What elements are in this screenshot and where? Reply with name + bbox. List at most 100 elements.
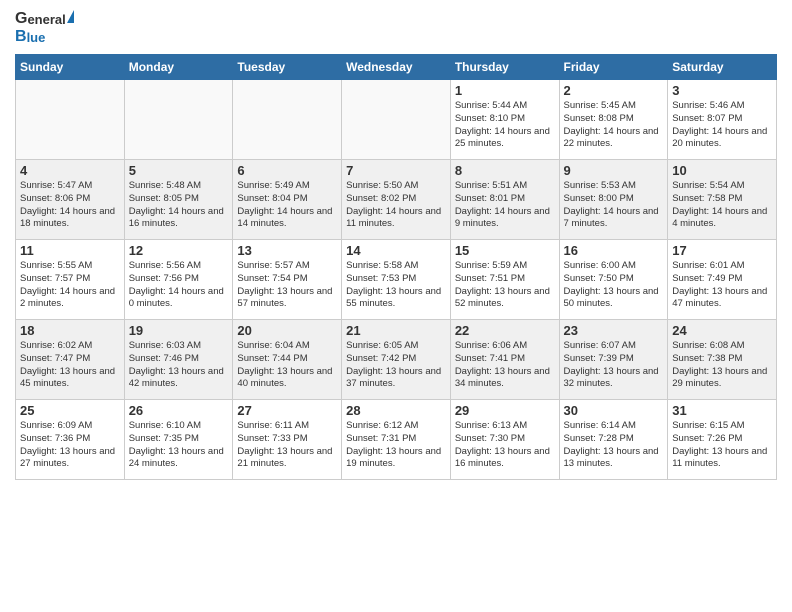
logo-triangle-icon [67, 10, 74, 23]
logo-blue-rest: lue [27, 30, 46, 45]
day-number: 25 [20, 403, 120, 418]
day-number: 15 [455, 243, 555, 258]
calendar-cell: 10 Sunrise: 5:54 AM Sunset: 7:58 PM Dayli… [668, 160, 777, 240]
calendar-cell [124, 80, 233, 160]
day-info: Sunrise: 6:04 AM Sunset: 7:44 PM Dayligh… [237, 340, 337, 391]
week-row-3: 11 Sunrise: 5:55 AM Sunset: 7:57 PM Dayli… [16, 240, 777, 320]
logo-general-g: G [15, 10, 27, 28]
day-info: Sunrise: 5:54 AM Sunset: 7:58 PM Dayligh… [672, 180, 772, 231]
day-info: Sunrise: 5:47 AM Sunset: 8:06 PM Dayligh… [20, 180, 120, 231]
day-info: Sunrise: 5:48 AM Sunset: 8:05 PM Dayligh… [129, 180, 229, 231]
calendar-cell: 28Sunrise: 6:12 AM Sunset: 7:31 PM Dayli… [342, 400, 451, 480]
day-number: 20 [237, 323, 337, 338]
day-number: 4 [20, 163, 120, 178]
day-info: Sunrise: 6:09 AM Sunset: 7:36 PM Dayligh… [20, 420, 120, 471]
calendar-cell: 31 Sunrise: 6:15 AM Sunset: 7:26 PM Dayli… [668, 400, 777, 480]
day-number: 18 [20, 323, 120, 338]
day-number: 12 [129, 243, 229, 258]
logo-general-rest: eneral [27, 12, 65, 27]
day-info: Sunrise: 6:11 AM Sunset: 7:33 PM Dayligh… [237, 420, 337, 471]
calendar-cell: 30 Sunrise: 6:14 AM Sunset: 7:28 PM Dayli… [559, 400, 668, 480]
day-number: 31 [672, 403, 772, 418]
calendar-cell: 12 Sunrise: 5:56 AM Sunset: 7:56 PM Dayli… [124, 240, 233, 320]
day-number: 11 [20, 243, 120, 258]
calendar-cell: 22 Sunrise: 6:06 AM Sunset: 7:41 PM Dayli… [450, 320, 559, 400]
calendar-cell: 7 Sunrise: 5:50 AM Sunset: 8:02 PM Daylig… [342, 160, 451, 240]
day-header-monday: Monday [124, 55, 233, 80]
day-info: Sunrise: 6:14 AM Sunset: 7:28 PM Dayligh… [564, 420, 664, 471]
logo: G eneral B lue [15, 10, 74, 46]
page-header: G eneral B lue [15, 10, 777, 46]
day-number: 8 [455, 163, 555, 178]
week-row-2: 4 Sunrise: 5:47 AM Sunset: 8:06 PM Daylig… [16, 160, 777, 240]
calendar-cell: 14Sunrise: 5:58 AM Sunset: 7:53 PM Dayli… [342, 240, 451, 320]
day-header-sunday: Sunday [16, 55, 125, 80]
calendar-cell: 25 Sunrise: 6:09 AM Sunset: 7:36 PM Dayli… [16, 400, 125, 480]
day-number: 28 [346, 403, 446, 418]
logo-blue-b: B [15, 28, 27, 46]
day-number: 30 [564, 403, 664, 418]
day-header-tuesday: Tuesday [233, 55, 342, 80]
week-row-1: 1Sunrise: 5:44 AM Sunset: 8:10 PM Daylig… [16, 80, 777, 160]
day-info: Sunrise: 6:00 AM Sunset: 7:50 PM Dayligh… [564, 260, 664, 311]
day-header-saturday: Saturday [668, 55, 777, 80]
day-number: 2 [564, 83, 664, 98]
day-number: 5 [129, 163, 229, 178]
calendar-cell: 19Sunrise: 6:03 AM Sunset: 7:46 PM Dayli… [124, 320, 233, 400]
day-header-friday: Friday [559, 55, 668, 80]
calendar-cell: 29Sunrise: 6:13 AM Sunset: 7:30 PM Dayli… [450, 400, 559, 480]
calendar-cell: 21 Sunrise: 6:05 AM Sunset: 7:42 PM Dayli… [342, 320, 451, 400]
day-info: Sunrise: 6:10 AM Sunset: 7:35 PM Dayligh… [129, 420, 229, 471]
calendar-cell: 15 Sunrise: 5:59 AM Sunset: 7:51 PM Dayli… [450, 240, 559, 320]
day-number: 7 [346, 163, 446, 178]
calendar-table: SundayMondayTuesdayWednesdayThursdayFrid… [15, 54, 777, 480]
calendar-cell: 5 Sunrise: 5:48 AM Sunset: 8:05 PM Daylig… [124, 160, 233, 240]
day-info: Sunrise: 5:49 AM Sunset: 8:04 PM Dayligh… [237, 180, 337, 231]
day-info: Sunrise: 5:46 AM Sunset: 8:07 PM Dayligh… [672, 100, 772, 151]
calendar-cell: 6Sunrise: 5:49 AM Sunset: 8:04 PM Daylig… [233, 160, 342, 240]
day-number: 22 [455, 323, 555, 338]
day-info: Sunrise: 6:02 AM Sunset: 7:47 PM Dayligh… [20, 340, 120, 391]
calendar-cell [342, 80, 451, 160]
day-info: Sunrise: 6:01 AM Sunset: 7:49 PM Dayligh… [672, 260, 772, 311]
day-info: Sunrise: 5:56 AM Sunset: 7:56 PM Dayligh… [129, 260, 229, 311]
day-info: Sunrise: 6:13 AM Sunset: 7:30 PM Dayligh… [455, 420, 555, 471]
calendar-cell [233, 80, 342, 160]
day-number: 17 [672, 243, 772, 258]
calendar-cell: 8 Sunrise: 5:51 AM Sunset: 8:01 PM Daylig… [450, 160, 559, 240]
calendar-cell: 20 Sunrise: 6:04 AM Sunset: 7:44 PM Dayli… [233, 320, 342, 400]
day-info: Sunrise: 6:06 AM Sunset: 7:41 PM Dayligh… [455, 340, 555, 391]
calendar-cell: 13Sunrise: 5:57 AM Sunset: 7:54 PM Dayli… [233, 240, 342, 320]
day-header-wednesday: Wednesday [342, 55, 451, 80]
day-info: Sunrise: 5:58 AM Sunset: 7:53 PM Dayligh… [346, 260, 446, 311]
day-info: Sunrise: 5:44 AM Sunset: 8:10 PM Dayligh… [455, 100, 555, 151]
day-info: Sunrise: 5:51 AM Sunset: 8:01 PM Dayligh… [455, 180, 555, 231]
day-number: 9 [564, 163, 664, 178]
calendar-cell: 18 Sunrise: 6:02 AM Sunset: 7:47 PM Dayli… [16, 320, 125, 400]
day-number: 16 [564, 243, 664, 258]
calendar-cell [16, 80, 125, 160]
day-info: Sunrise: 6:08 AM Sunset: 7:38 PM Dayligh… [672, 340, 772, 391]
calendar-header-row: SundayMondayTuesdayWednesdayThursdayFrid… [16, 55, 777, 80]
day-info: Sunrise: 5:55 AM Sunset: 7:57 PM Dayligh… [20, 260, 120, 311]
day-info: Sunrise: 6:15 AM Sunset: 7:26 PM Dayligh… [672, 420, 772, 471]
day-number: 10 [672, 163, 772, 178]
calendar-cell: 4 Sunrise: 5:47 AM Sunset: 8:06 PM Daylig… [16, 160, 125, 240]
calendar-cell: 9Sunrise: 5:53 AM Sunset: 8:00 PM Daylig… [559, 160, 668, 240]
day-info: Sunrise: 5:50 AM Sunset: 8:02 PM Dayligh… [346, 180, 446, 231]
day-number: 3 [672, 83, 772, 98]
day-number: 21 [346, 323, 446, 338]
day-info: Sunrise: 6:05 AM Sunset: 7:42 PM Dayligh… [346, 340, 446, 391]
calendar-cell: 26Sunrise: 6:10 AM Sunset: 7:35 PM Dayli… [124, 400, 233, 480]
calendar-cell: 16 Sunrise: 6:00 AM Sunset: 7:50 PM Dayli… [559, 240, 668, 320]
day-number: 24 [672, 323, 772, 338]
day-info: Sunrise: 5:59 AM Sunset: 7:51 PM Dayligh… [455, 260, 555, 311]
calendar-cell: 2 Sunrise: 5:45 AM Sunset: 8:08 PM Daylig… [559, 80, 668, 160]
calendar-cell: 24 Sunrise: 6:08 AM Sunset: 7:38 PM Dayli… [668, 320, 777, 400]
day-number: 19 [129, 323, 229, 338]
day-number: 27 [237, 403, 337, 418]
day-info: Sunrise: 5:45 AM Sunset: 8:08 PM Dayligh… [564, 100, 664, 151]
calendar-cell: 11 Sunrise: 5:55 AM Sunset: 7:57 PM Dayli… [16, 240, 125, 320]
calendar-cell: 3 Sunrise: 5:46 AM Sunset: 8:07 PM Daylig… [668, 80, 777, 160]
calendar-cell: 1Sunrise: 5:44 AM Sunset: 8:10 PM Daylig… [450, 80, 559, 160]
